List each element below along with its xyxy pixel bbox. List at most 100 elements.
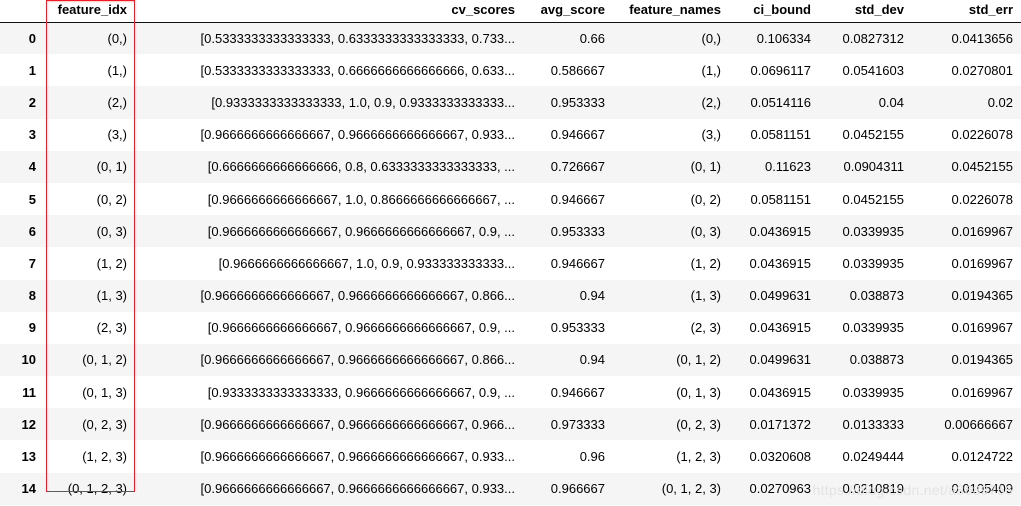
cell-feature-names: (0, 1, 2) [613,344,729,376]
cell-std-err: 0.0169967 [912,215,1021,247]
table-row: 4 (0, 1) [0.6666666666666666, 0.8, 0.633… [0,151,1021,183]
cell-avg-score: 0.946667 [523,376,613,408]
cell-std-dev: 0.0541603 [819,54,912,86]
cell-feature-idx: (0,) [46,22,135,54]
column-header-ci-bound: ci_bound [729,0,819,22]
cell-std-err: 0.0226078 [912,183,1021,215]
cell-std-err: 0.0169967 [912,247,1021,279]
cell-feature-idx: (0, 1, 2, 3) [46,473,135,505]
cell-feature-names: (0, 2) [613,183,729,215]
cell-std-dev: 0.0339935 [819,312,912,344]
column-header-avg-score: avg_score [523,0,613,22]
column-header-feature-idx: feature_idx [46,0,135,22]
cell-std-dev: 0.04 [819,86,912,118]
cell-avg-score: 0.953333 [523,312,613,344]
cell-feature-names: (1,) [613,54,729,86]
row-index: 6 [0,215,46,247]
cell-std-err: 0.0105409 [912,473,1021,505]
row-index: 11 [0,376,46,408]
cell-feature-idx: (0, 1) [46,151,135,183]
cell-feature-names: (1, 2, 3) [613,440,729,472]
cell-std-err: 0.0124722 [912,440,1021,472]
row-index: 0 [0,22,46,54]
row-index: 13 [0,440,46,472]
cell-ci-bound: 0.0514116 [729,86,819,118]
cell-std-dev: 0.0133333 [819,408,912,440]
cell-std-dev: 0.038873 [819,344,912,376]
table-row: 10 (0, 1, 2) [0.9666666666666667, 0.9666… [0,344,1021,376]
cell-avg-score: 0.946667 [523,183,613,215]
cell-cv-scores: [0.9666666666666667, 0.9666666666666667,… [135,344,523,376]
cell-ci-bound: 0.0436915 [729,312,819,344]
cell-std-dev: 0.0339935 [819,215,912,247]
cell-std-err: 0.02 [912,86,1021,118]
cell-avg-score: 0.586667 [523,54,613,86]
cell-std-dev: 0.038873 [819,280,912,312]
cell-cv-scores: [0.9333333333333333, 0.9666666666666667,… [135,376,523,408]
cell-ci-bound: 0.0499631 [729,280,819,312]
cell-avg-score: 0.953333 [523,86,613,118]
cell-ci-bound: 0.0499631 [729,344,819,376]
row-index: 12 [0,408,46,440]
cell-feature-names: (0, 1) [613,151,729,183]
cell-avg-score: 0.946667 [523,247,613,279]
cell-std-dev: 0.0452155 [819,119,912,151]
cell-std-err: 0.0169967 [912,312,1021,344]
column-header-index [0,0,46,22]
row-index: 5 [0,183,46,215]
cell-feature-idx: (0, 1, 2) [46,344,135,376]
table-row: 7 (1, 2) [0.9666666666666667, 1.0, 0.9, … [0,247,1021,279]
table-body: 0 (0,) [0.5333333333333333, 0.6333333333… [0,22,1021,505]
cell-feature-idx: (3,) [46,119,135,151]
cell-cv-scores: [0.5333333333333333, 0.6666666666666666,… [135,54,523,86]
table-header-row: feature_idx cv_scores avg_score feature_… [0,0,1021,22]
cell-cv-scores: [0.9666666666666667, 0.9666666666666667,… [135,408,523,440]
cell-cv-scores: [0.9666666666666667, 0.9666666666666667,… [135,312,523,344]
column-header-std-err: std_err [912,0,1021,22]
cell-feature-idx: (1, 2) [46,247,135,279]
cell-avg-score: 0.94 [523,280,613,312]
cell-std-dev: 0.0339935 [819,376,912,408]
row-index: 1 [0,54,46,86]
cell-feature-idx: (1, 2, 3) [46,440,135,472]
cell-std-err: 0.0169967 [912,376,1021,408]
cell-feature-names: (0, 1, 3) [613,376,729,408]
cell-std-dev: 0.0827312 [819,22,912,54]
cell-feature-idx: (0, 2) [46,183,135,215]
cell-feature-names: (1, 2) [613,247,729,279]
cell-ci-bound: 0.11623 [729,151,819,183]
cell-cv-scores: [0.6666666666666666, 0.8, 0.633333333333… [135,151,523,183]
cell-feature-names: (0, 3) [613,215,729,247]
table-row: 1 (1,) [0.5333333333333333, 0.6666666666… [0,54,1021,86]
cell-std-err: 0.0226078 [912,119,1021,151]
cell-avg-score: 0.966667 [523,473,613,505]
table-row: 12 (0, 2, 3) [0.9666666666666667, 0.9666… [0,408,1021,440]
column-header-std-dev: std_dev [819,0,912,22]
cell-std-dev: 0.0904311 [819,151,912,183]
cell-ci-bound: 0.0171372 [729,408,819,440]
cell-feature-idx: (1, 3) [46,280,135,312]
cell-ci-bound: 0.0696117 [729,54,819,86]
cell-avg-score: 0.96 [523,440,613,472]
cell-ci-bound: 0.0320608 [729,440,819,472]
cell-avg-score: 0.726667 [523,151,613,183]
cell-std-dev: 0.0452155 [819,183,912,215]
cell-std-err: 0.00666667 [912,408,1021,440]
cell-feature-names: (2,) [613,86,729,118]
cell-cv-scores: [0.9666666666666667, 0.9666666666666667,… [135,119,523,151]
row-index: 3 [0,119,46,151]
cell-std-err: 0.0452155 [912,151,1021,183]
cell-std-dev: 0.0210819 [819,473,912,505]
cell-std-dev: 0.0249444 [819,440,912,472]
row-index: 8 [0,280,46,312]
column-header-cv-scores: cv_scores [135,0,523,22]
table-header: feature_idx cv_scores avg_score feature_… [0,0,1021,22]
cell-feature-names: (2, 3) [613,312,729,344]
table-row: 0 (0,) [0.5333333333333333, 0.6333333333… [0,22,1021,54]
cell-feature-idx: (2, 3) [46,312,135,344]
table-row: 14 (0, 1, 2, 3) [0.9666666666666667, 0.9… [0,473,1021,505]
cell-ci-bound: 0.106334 [729,22,819,54]
table-row: 6 (0, 3) [0.9666666666666667, 0.96666666… [0,215,1021,247]
cell-std-dev: 0.0339935 [819,247,912,279]
cell-std-err: 0.0194365 [912,344,1021,376]
